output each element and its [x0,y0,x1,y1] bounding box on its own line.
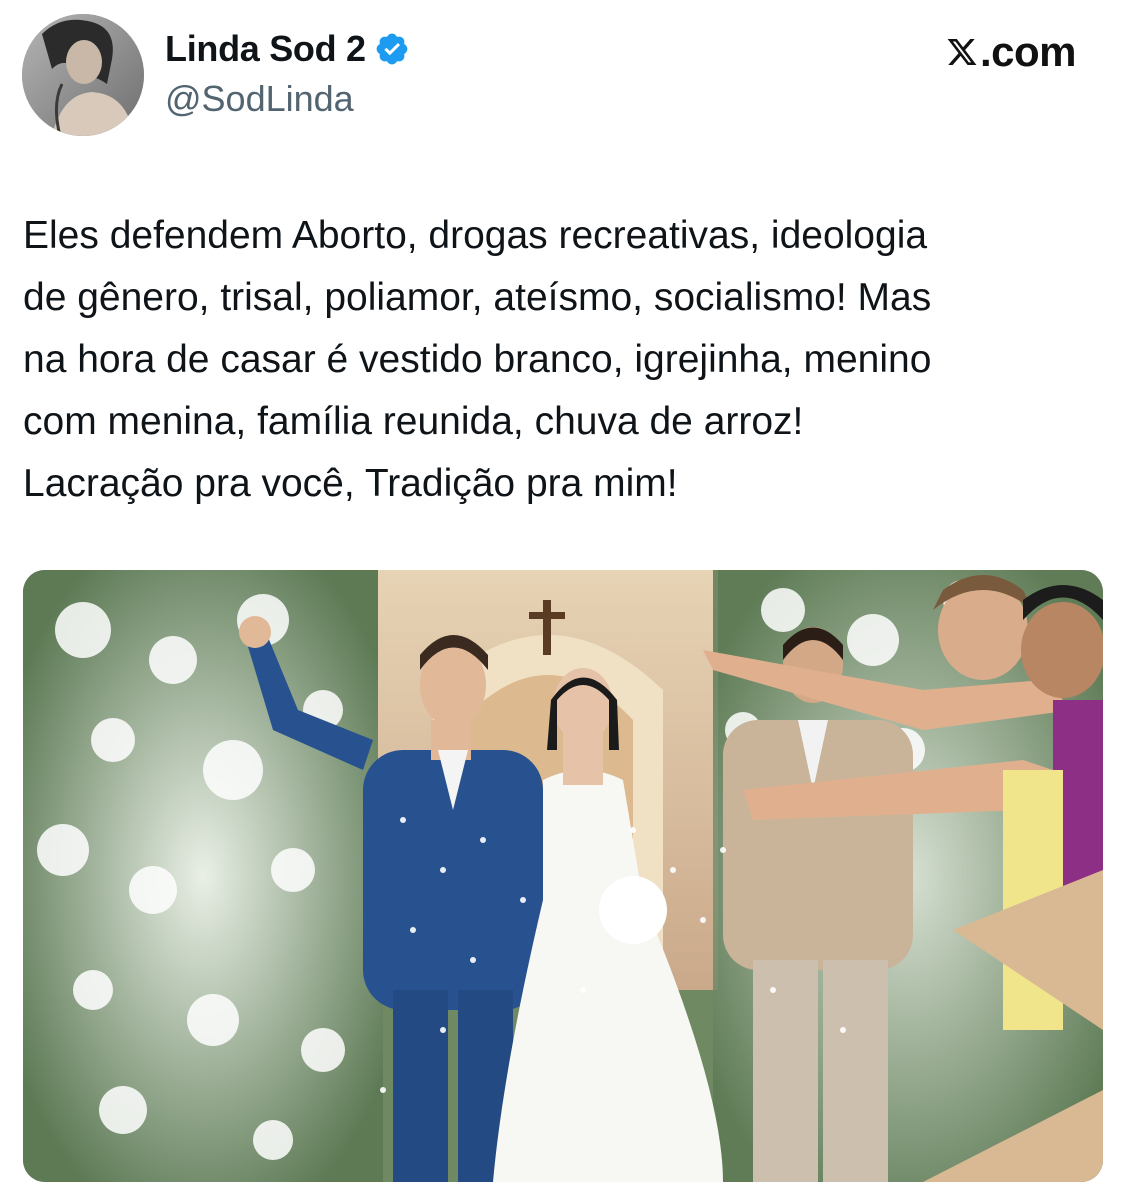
author-name-row[interactable]: Linda Sod 2 [165,24,410,74]
brand-domain: .com [979,28,1077,75]
display-name[interactable]: Linda Sod 2 [165,28,366,70]
x-com-brand: .com [946,28,1077,76]
x-logo-icon [947,39,977,65]
tweet-text: Eles defendem Aborto, drogas recreativas… [23,214,932,505]
author-avatar[interactable] [22,14,144,136]
avatar-photo [22,14,144,136]
author-handle[interactable]: @SodLinda [165,78,354,120]
verified-badge-icon [374,31,410,67]
tweet-media-photo[interactable] [23,570,1103,1182]
wedding-photo [23,570,1103,1182]
